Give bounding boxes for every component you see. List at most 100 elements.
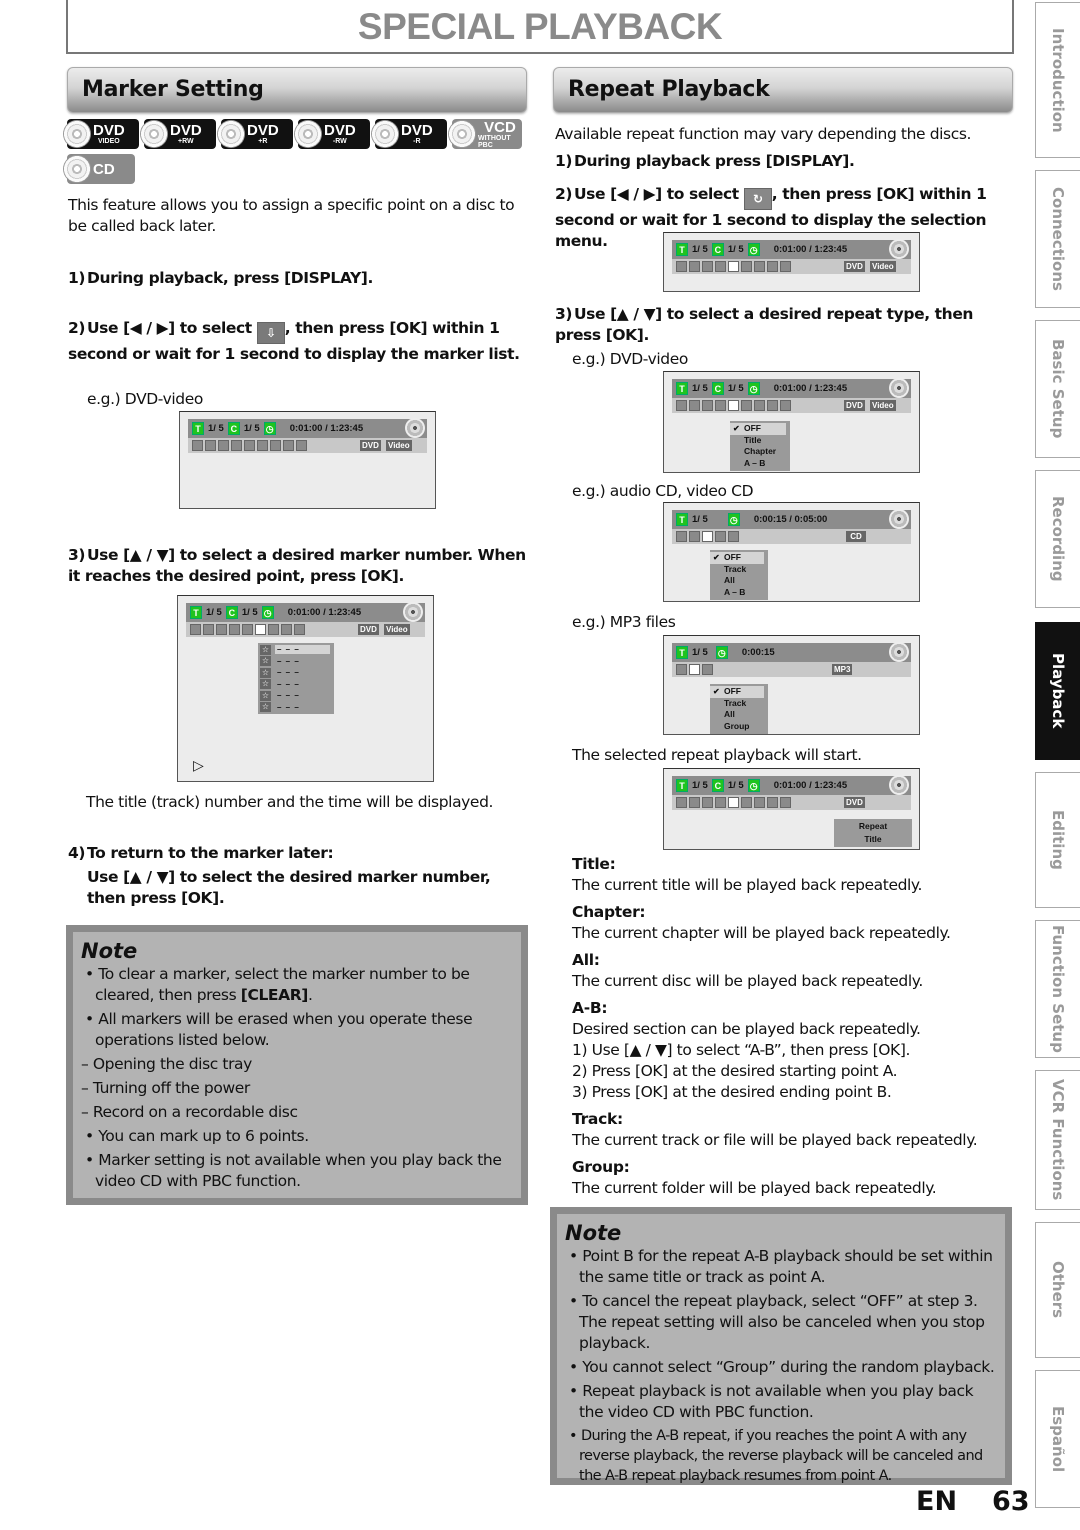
repeat-option[interactable]: All: [710, 575, 768, 587]
note-item: – Turning off the power: [81, 1079, 250, 1097]
chapter-icon: C: [227, 422, 240, 435]
side-tab-vcr-functions[interactable]: VCR Functions: [1035, 1070, 1080, 1210]
surround-icon: [296, 440, 307, 451]
disc-type: VCD: [484, 118, 516, 136]
angle-icon: [715, 797, 726, 808]
audio-icon: [205, 440, 216, 451]
marker-row[interactable]: ☆ – – –: [258, 679, 334, 691]
angle-icon: [715, 400, 726, 411]
repeat-option[interactable]: Group: [710, 721, 768, 733]
repeat-option[interactable]: Chapter: [730, 446, 790, 458]
repeat-option[interactable]: A – B: [710, 587, 768, 599]
side-tab-playback[interactable]: Playback: [1035, 622, 1080, 760]
repeat-eg-dvd: e.g.) DVD-video: [572, 350, 688, 368]
zoom-icon: [283, 440, 294, 451]
disc-icon: [403, 602, 423, 622]
disc-type: DVD: [247, 122, 279, 139]
definition-text: 3) Press [OK] at the desired ending poin…: [572, 1083, 892, 1101]
repeat-option[interactable]: OFF: [710, 686, 764, 698]
dvd-tag: DVD: [360, 440, 381, 451]
side-tab-label: Others: [1049, 1261, 1067, 1319]
repeat-icon: [728, 261, 739, 272]
disc-compatibility-icons: DVD VIDEO DVD +RW DVD +R DVD -RW DVD -R VCD WITHOUT…: [63, 118, 527, 184]
side-tab-basic-setup[interactable]: Basic Setup: [1035, 320, 1080, 458]
repeat-option[interactable]: Track: [710, 698, 768, 710]
osd-status-bar: T 1/ 5 C 1/ 5 ◷ 0:01:00 / 1:23:45: [188, 418, 427, 438]
repeat-option[interactable]: OFF: [710, 552, 764, 564]
repeat-icon: [702, 531, 713, 542]
note-title: Note: [81, 939, 138, 963]
search-icon: [676, 531, 687, 542]
definition-term: Track:: [572, 1110, 623, 1128]
disc-icon: [294, 120, 322, 148]
definition-term: Title:: [572, 855, 616, 873]
marker-value: – – –: [277, 691, 300, 701]
zoom-icon: [767, 797, 778, 808]
subtitle-icon: [702, 400, 713, 411]
subtitle-icon: [702, 261, 713, 272]
search-icon: [190, 624, 201, 635]
disc-icon: [889, 509, 909, 529]
repeat-option[interactable]: Title: [730, 435, 790, 447]
marker-row[interactable]: ☆ – – –: [258, 667, 334, 679]
note-item: • During the A-B repeat, if you reaches …: [569, 1428, 983, 1484]
note-item: • To cancel the repeat playback, select …: [569, 1292, 985, 1352]
subtitle-icon: [702, 797, 713, 808]
osd-status-bar: T 1/ 5 C 1/ 5 ◷ 0:01:00 / 1:23:45: [672, 239, 911, 259]
side-tab-others[interactable]: Others: [1035, 1222, 1080, 1358]
side-tab-editing[interactable]: Editing: [1035, 772, 1080, 908]
angle-icon: [229, 624, 240, 635]
repeat-eg-mp3: e.g.) MP3 files: [572, 613, 676, 631]
repeat-icon: ↻: [743, 188, 772, 210]
star-icon: ☆: [260, 656, 271, 667]
marker-after-text: The title (track) number and the time wi…: [86, 793, 494, 811]
marker-icon: ⇩: [256, 322, 285, 344]
side-tab-espa-ol[interactable]: Español: [1035, 1370, 1080, 1508]
side-tab-introduction[interactable]: Introduction: [1035, 2, 1080, 158]
marker-row[interactable]: ☆ – – –: [258, 690, 334, 702]
osd-screen-marker-list: T 1/ 5 C 1/ 5 ◷ 0:01:00 / 1:23:45 DVD Vide…: [177, 595, 434, 782]
dvd-tag: DVD: [844, 261, 865, 272]
dvd-tag: DVD: [358, 624, 379, 635]
marker-row[interactable]: ☆ – – –: [258, 644, 334, 656]
repeat-option[interactable]: All: [710, 709, 768, 721]
page-title-box: SPECIAL PLAYBACK: [66, 0, 1014, 54]
marker-step-1: 1) During playback, press [DISPLAY].: [68, 269, 373, 287]
disc-icon: [889, 775, 909, 795]
star-icon: ☆: [260, 644, 271, 655]
repeat-option[interactable]: Track: [710, 564, 768, 576]
disc-icon: [140, 120, 168, 148]
repeat-definitions: Title: The current title will be played b…: [572, 854, 1017, 1205]
disc-type: DVD: [324, 122, 356, 139]
repeat-option[interactable]: OFF: [730, 423, 786, 435]
repeat-status-box: Repeat Title: [834, 819, 912, 847]
marker-list: ☆ – – – ☆ – – – ☆ – – – ☆ – – – ☆ – – – ☆ – – –: [258, 643, 334, 714]
side-tab-recording[interactable]: Recording: [1035, 470, 1080, 608]
disc-badge-vcd-withoutpbc: VCD WITHOUT PBC: [448, 118, 522, 149]
repeat-option[interactable]: A – B: [730, 458, 790, 470]
star-icon: ☆: [260, 702, 271, 713]
repeat-eg-cd: e.g.) audio CD, video CD: [572, 482, 754, 500]
surround-icon: [728, 531, 739, 542]
disc-icon: [405, 418, 425, 438]
repeat-menu-cd: OFFTrackAllA – B: [710, 550, 768, 600]
definition-text: The current disc will be played back rep…: [572, 972, 923, 990]
note-item: • You cannot select “Group” during the r…: [569, 1358, 995, 1376]
disc-subtype: VIDEO: [97, 138, 120, 145]
marker-row[interactable]: ☆ – – –: [258, 656, 334, 668]
disc-subtype: +R: [258, 138, 268, 145]
side-tab-connections[interactable]: Connections: [1035, 170, 1080, 308]
side-tab-label: Playback: [1049, 653, 1067, 729]
disc-subtype: -R: [413, 138, 421, 145]
repeat-icon: [689, 664, 700, 675]
repeat-type-definition: Title: The current title will be played b…: [572, 854, 1017, 896]
audio-icon: [203, 624, 214, 635]
disc-subtype: WITHOUT PBC: [478, 134, 511, 149]
marker-value: – – –: [277, 668, 300, 678]
osd-screen-repeat-cd: T1/ 5 ◷ 0:00:15 / 0:05:00 CD OFFTrackAll…: [663, 502, 920, 602]
osd-icon-bar: [672, 662, 911, 677]
side-tab-function-setup[interactable]: Function Setup: [1035, 920, 1080, 1058]
marker-row[interactable]: ☆ – – –: [258, 702, 334, 714]
audio-icon: [689, 400, 700, 411]
search-icon: [676, 797, 687, 808]
